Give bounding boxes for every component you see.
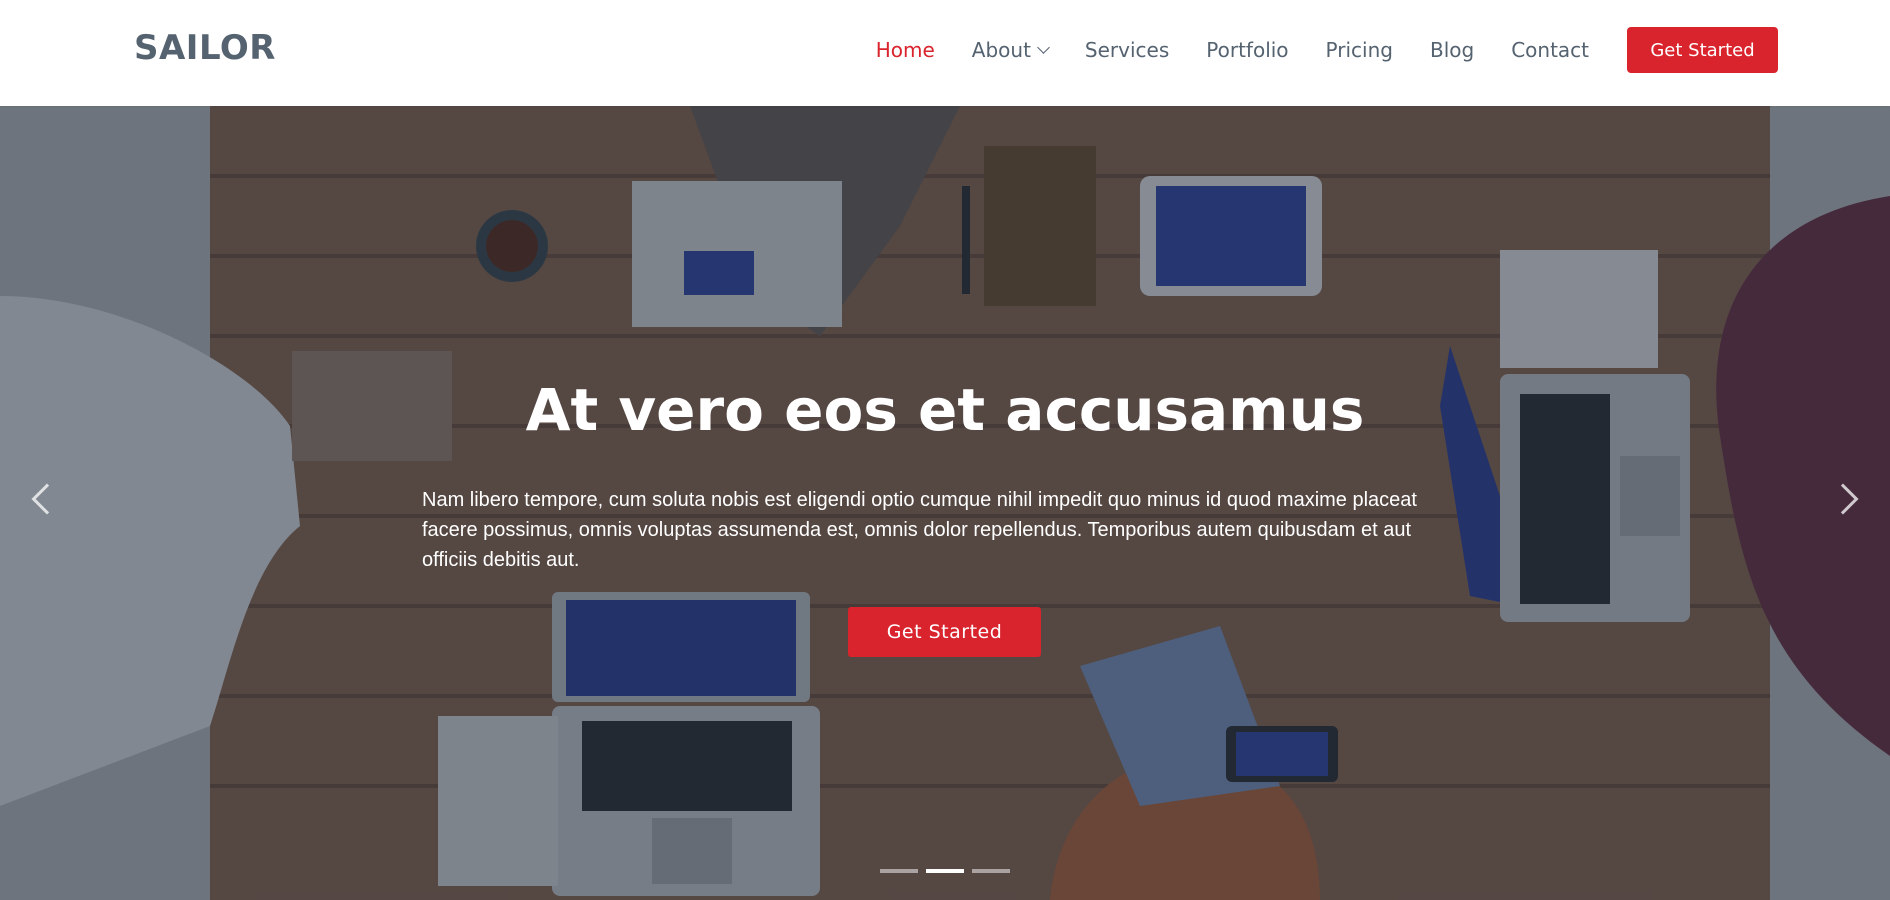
hero-carousel: At vero eos et accusamus Nam libero temp… [0,106,1890,900]
nav-about-label: About [971,38,1031,62]
nav-blog[interactable]: Blog [1430,38,1474,62]
get-started-hero-button[interactable]: Get Started [848,607,1041,657]
nav-home[interactable]: Home [876,38,935,62]
main-nav: Home About Services Portfolio Pricing Bl… [876,26,1778,74]
carousel-indicator-2[interactable] [926,869,964,873]
nav-pricing[interactable]: Pricing [1326,38,1393,62]
site-header: SAILOR Home About Services Portfolio Pri… [0,0,1890,106]
carousel-indicator-3[interactable] [972,869,1010,873]
hero-description: Nam libero tempore, cum soluta nobis est… [422,489,1417,571]
nav-services[interactable]: Services [1085,38,1169,62]
nav-about[interactable]: About [971,38,1050,62]
get-started-nav-button[interactable]: Get Started [1627,27,1778,73]
chevron-down-icon [1037,41,1050,54]
logo[interactable]: SAILOR [134,28,276,68]
nav-contact[interactable]: Contact [1511,38,1589,62]
carousel-indicators [880,869,1010,873]
hero-title: At vero eos et accusamus [525,376,1365,444]
nav-portfolio[interactable]: Portfolio [1206,38,1288,62]
carousel-indicator-1[interactable] [880,869,918,873]
